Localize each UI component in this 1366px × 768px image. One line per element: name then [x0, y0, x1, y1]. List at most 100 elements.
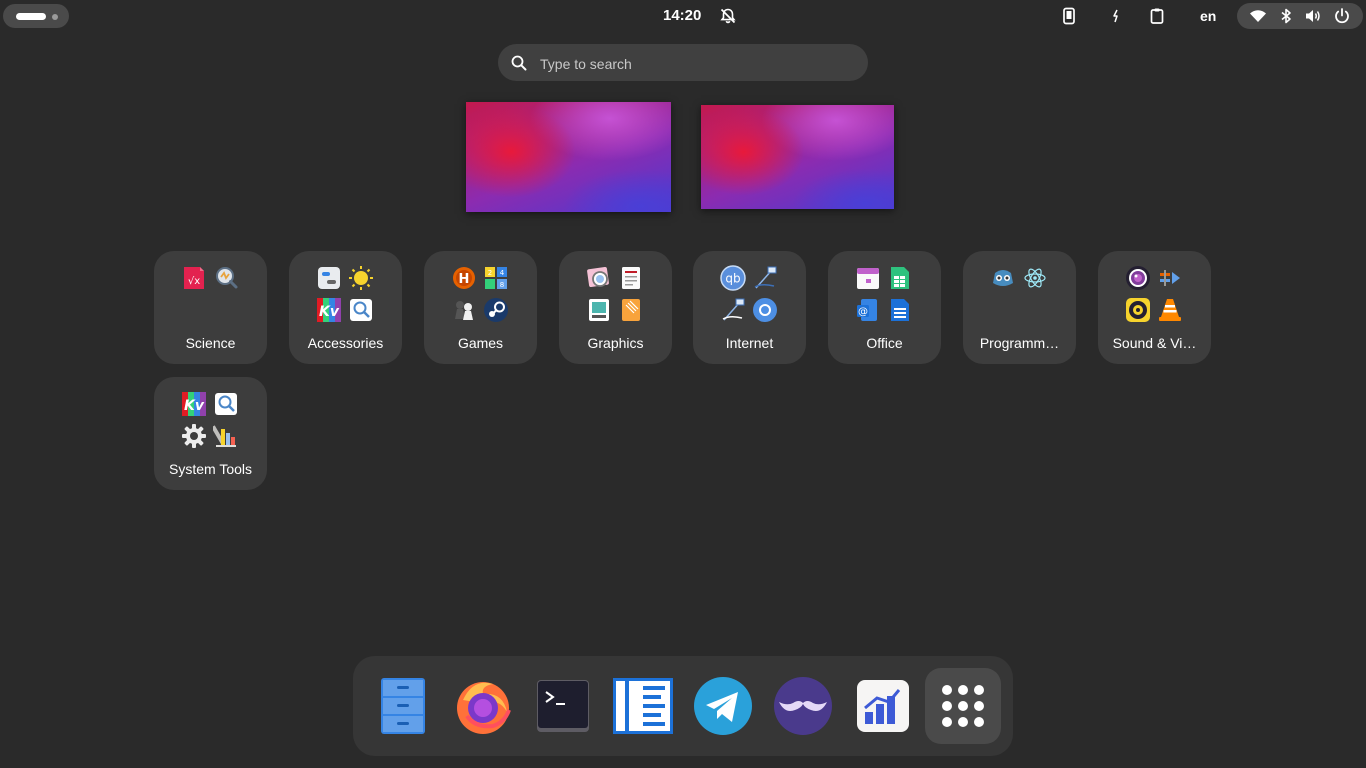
input-language[interactable]: en: [1200, 8, 1216, 24]
settings-gear-icon: [182, 424, 206, 448]
notes-icon: [622, 299, 640, 321]
show-apps-button[interactable]: [925, 668, 1001, 744]
hedgewars-icon: H: [453, 267, 475, 289]
mustache-icon: [774, 677, 832, 735]
dash: [353, 656, 1013, 756]
svg-text:@: @: [858, 307, 868, 318]
search-input[interactable]: [538, 52, 852, 75]
qbittorrent-icon: qb: [720, 265, 746, 291]
svg-text:Kv: Kv: [184, 398, 205, 414]
volume-icon: [1306, 10, 1320, 22]
svg-text:4: 4: [500, 269, 505, 277]
remote-desktop-icon: [754, 266, 777, 289]
phone-icon[interactable]: [1060, 7, 1078, 25]
folder-label: Programm…: [979, 335, 1060, 351]
analytics-icon: [857, 680, 909, 732]
wifi-icon: [1250, 10, 1266, 22]
workspace-indicator-inactive: [52, 14, 58, 20]
folder-label: Games: [457, 335, 504, 351]
godot-icon: [993, 270, 1013, 286]
svg-text:qb: qb: [725, 272, 740, 286]
remote-viewer-icon: [722, 298, 745, 321]
photo-editor-icon: [589, 299, 609, 321]
folder-label: Office: [866, 335, 903, 351]
folder-office[interactable]: @ Office: [828, 251, 941, 364]
folder-label: Graphics: [587, 335, 644, 351]
folder-sound-video[interactable]: Sound & Vi…: [1098, 251, 1211, 364]
workspace-indicator-active: [16, 13, 46, 20]
folder-internet[interactable]: qb Internet: [693, 251, 806, 364]
svg-text:Kv: Kv: [319, 304, 340, 320]
calculator-icon: √x: [184, 267, 204, 289]
text-editor-icon: [613, 678, 673, 734]
electron-icon: [1024, 268, 1046, 288]
vlc-icon: [1159, 299, 1181, 321]
notifications-disabled-icon[interactable]: [719, 7, 737, 25]
folder-graphics[interactable]: Graphics: [559, 251, 672, 364]
top-bar: 14:20 en: [0, 0, 1366, 32]
terminal-icon: [537, 680, 589, 732]
kvantum-icon: Kv: [317, 298, 341, 322]
svg-text:2: 2: [488, 269, 492, 277]
folder-accessories[interactable]: Kv Accessories: [289, 251, 402, 364]
settings-toggle-icon: [318, 267, 340, 289]
folder-icon-preview: @: [852, 262, 918, 328]
search-entry[interactable]: [498, 44, 868, 81]
power-mode-icon[interactable]: [1107, 7, 1125, 25]
music-player-icon: [1126, 298, 1150, 322]
telegram-icon: [694, 677, 752, 735]
file-search-icon: [215, 393, 237, 415]
folder-games[interactable]: H 2 4 8 Games: [424, 251, 537, 364]
dash-app-analytics[interactable]: [853, 676, 913, 736]
folder-icon-preview: [583, 262, 649, 328]
chromium-icon: [753, 298, 777, 322]
2048-icon: 2 4 8: [485, 267, 507, 289]
search-icon: [511, 55, 527, 71]
workspace-thumbnail-2[interactable]: [701, 105, 894, 209]
files-icon: [381, 678, 425, 734]
search-doc-icon: [350, 299, 372, 321]
dash-app-telegram[interactable]: [693, 676, 753, 736]
bluetooth-icon: [1281, 8, 1291, 24]
dash-app-terminal[interactable]: [533, 676, 593, 736]
activities-button[interactable]: [3, 4, 69, 28]
folder-label: Sound & Vi…: [1112, 335, 1197, 351]
folder-label: Internet: [725, 335, 774, 351]
color-picker-icon: [213, 425, 236, 447]
clipboard-icon[interactable]: [1148, 7, 1166, 25]
audio-converter-icon: [1160, 270, 1180, 286]
dash-app-files[interactable]: [373, 676, 433, 736]
weather-icon: [349, 266, 373, 290]
document-scanner-icon: [622, 267, 640, 289]
clock[interactable]: 14:20: [663, 7, 701, 24]
power-icon: [1335, 8, 1349, 24]
folder-system-tools[interactable]: Kv System Tools: [154, 377, 267, 490]
camera-icon: [1126, 266, 1150, 290]
folder-icon-preview: qb: [717, 262, 783, 328]
svg-text:√x: √x: [188, 276, 200, 287]
image-viewer-icon: [587, 266, 609, 288]
svg-text:8: 8: [500, 281, 504, 289]
magnifier-icon: [216, 267, 238, 289]
folder-icon-preview: Kv: [178, 388, 244, 454]
system-menu[interactable]: [1237, 3, 1363, 29]
chess-icon: [455, 301, 473, 320]
folder-icon-preview: [1122, 262, 1188, 328]
workspace-thumbnail-1[interactable]: [466, 102, 671, 212]
steam-icon: [484, 298, 508, 322]
dash-app-mustache[interactable]: [773, 676, 833, 736]
folder-label: Science: [185, 335, 236, 351]
folder-programming[interactable]: Programm…: [963, 251, 1076, 364]
folder-science[interactable]: √x Science: [154, 251, 267, 364]
svg-text:H: H: [459, 272, 470, 287]
email-icon: @: [857, 299, 877, 321]
kvantum-manager-icon: Kv: [182, 392, 206, 416]
firefox-icon: [457, 682, 511, 734]
folder-label: Accessories: [307, 335, 384, 351]
folder-icon-preview: Kv: [313, 262, 379, 328]
dash-app-firefox[interactable]: [453, 676, 513, 736]
dash-app-text-editor[interactable]: [613, 676, 673, 736]
calendar-icon: [857, 268, 879, 289]
folder-icon-preview: H 2 4 8: [448, 262, 514, 328]
folder-icon-preview: [987, 262, 1053, 328]
